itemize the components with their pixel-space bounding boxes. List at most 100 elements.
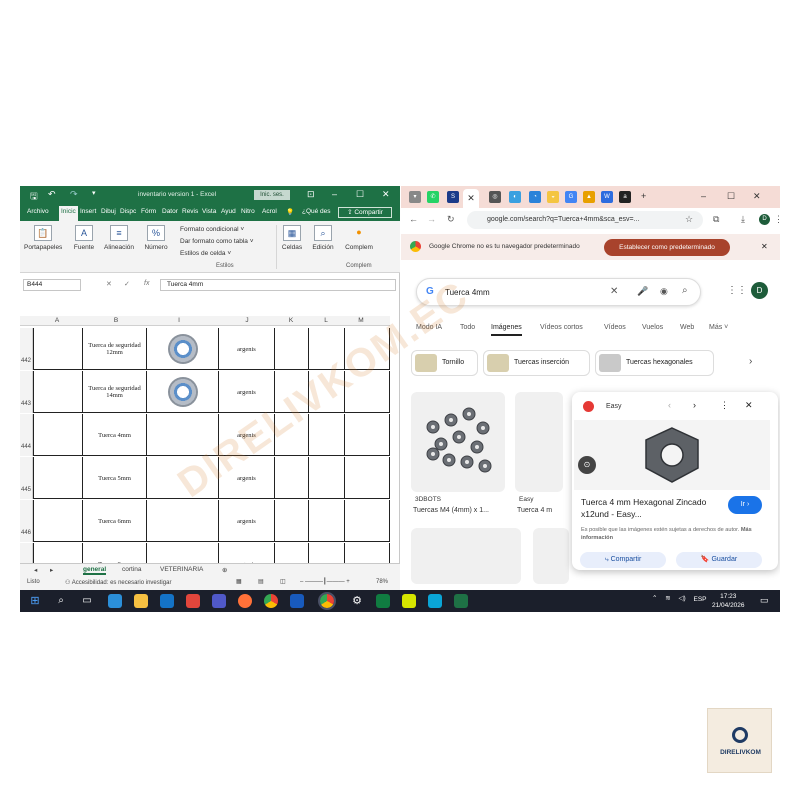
tab-imagenes[interactable]: Imágenes <box>491 324 522 336</box>
tab-icon[interactable]: ◐ <box>509 191 521 203</box>
acrobat-icon[interactable] <box>186 594 200 608</box>
more-options-icon[interactable]: ⋮ <box>720 400 729 411</box>
back-icon[interactable]: ← <box>409 214 418 224</box>
whatsapp-tab-icon[interactable]: ✆ <box>427 191 439 203</box>
tab-inicio[interactable]: Inicic <box>59 206 78 221</box>
lens-search-icon[interactable]: ⊙ <box>578 456 596 474</box>
cell-a[interactable] <box>33 457 82 499</box>
ribbon-options-icon[interactable]: ⊡ <box>307 189 315 200</box>
tab-nitro[interactable]: Nitro <box>241 208 255 215</box>
close-icon[interactable]: ✕ <box>753 191 761 202</box>
name-box[interactable]: B444 <box>23 279 81 291</box>
download-icon[interactable]: ⤓ <box>741 214 745 225</box>
tab-list-icon[interactable]: ▾ <box>409 191 421 203</box>
column-header[interactable]: I <box>168 317 190 324</box>
task-view-icon[interactable]: ▭ <box>80 594 94 608</box>
panel-title[interactable]: Tuerca 4 mm Hexagonal Zincado x12und - E… <box>581 496 731 520</box>
settings-icon[interactable]: ⚙ <box>350 594 364 608</box>
chrome-icon[interactable] <box>264 594 278 608</box>
tell-me-search[interactable]: ¿Qué des <box>302 208 331 215</box>
sheet-tab-general[interactable]: general <box>83 566 107 575</box>
font-button[interactable]: A Fuente <box>70 225 98 251</box>
maximize-icon[interactable]: ☐ <box>356 189 364 200</box>
tab-icon[interactable]: ◎ <box>489 191 501 203</box>
column-header[interactable]: K <box>280 317 302 324</box>
sign-in-button[interactable]: Inic. ses. <box>254 190 290 200</box>
alignment-button[interactable]: ≡ Alineación <box>102 225 136 251</box>
cell-k[interactable] <box>274 500 308 542</box>
cell-k[interactable] <box>274 328 308 370</box>
result-title[interactable]: Tuerca 4 m <box>517 507 552 514</box>
lens-icon[interactable]: ◉ <box>660 286 668 297</box>
tab-web[interactable]: Web <box>680 324 694 331</box>
insert-function-icon[interactable]: fx <box>144 280 149 287</box>
tab-insertar[interactable]: Insert <box>80 208 96 215</box>
qat-more-icon[interactable]: ▾ <box>92 189 96 197</box>
zoom-slider[interactable]: – ———┃——— + <box>300 578 350 585</box>
next-image-icon[interactable]: › <box>693 400 696 410</box>
format-as-table-button[interactable]: Dar formato como tabla ˅ <box>180 236 254 248</box>
cell-image[interactable] <box>146 543 218 563</box>
cell-a[interactable] <box>33 500 82 542</box>
page-break-icon[interactable]: ◫ <box>280 578 286 585</box>
chip-tuercas-insercion[interactable]: Tuercas inserción <box>483 350 590 376</box>
minimize-icon[interactable]: – <box>701 191 706 201</box>
cell-l[interactable] <box>308 457 344 499</box>
extensions-icon[interactable]: ⧉ <box>713 214 719 225</box>
result-image[interactable] <box>411 392 505 492</box>
close-panel-icon[interactable]: ✕ <box>745 400 753 411</box>
zoom-level[interactable]: 78% <box>376 579 388 585</box>
tab-videos[interactable]: Vídeos <box>604 324 626 331</box>
edge-icon[interactable] <box>108 594 122 608</box>
page-layout-icon[interactable]: ▤ <box>258 578 264 585</box>
cell-description[interactable]: Tuerca 8mm <box>82 543 146 563</box>
column-header[interactable]: J <box>236 317 258 324</box>
cell-k[interactable] <box>274 543 308 563</box>
forward-icon[interactable]: → <box>427 214 436 224</box>
google-tab-icon[interactable]: G <box>565 191 577 203</box>
wordpress-tab-icon[interactable]: W <box>601 191 613 203</box>
share-button[interactable]: ⇪ Compartir <box>338 207 392 218</box>
redo-icon[interactable]: ↷ <box>70 189 78 200</box>
apps-grid-icon[interactable]: ⋮⋮ <box>727 285 747 296</box>
panel-image[interactable]: ⊙ <box>574 420 770 490</box>
wifi-icon[interactable]: ≋ <box>665 595 670 602</box>
menu-icon[interactable]: ⋮ <box>774 214 780 225</box>
result-image[interactable] <box>533 528 569 584</box>
cell-a[interactable] <box>33 414 82 456</box>
cell-m[interactable] <box>344 500 390 542</box>
chrome-active-icon[interactable] <box>318 592 336 610</box>
clear-search-icon[interactable]: ✕ <box>610 286 618 297</box>
close-banner-icon[interactable]: ✕ <box>761 242 768 251</box>
column-header[interactable]: B <box>105 317 127 324</box>
result-image[interactable] <box>411 528 521 584</box>
cell-description[interactable]: Tuerca de seguridad 14mm <box>82 371 146 413</box>
sri-tab-icon[interactable]: S <box>447 191 459 203</box>
tab-vuelos[interactable]: Vuelos <box>642 324 663 331</box>
tab-mas[interactable]: Más ˅ <box>709 324 728 331</box>
tab-icon[interactable]: ◔ <box>529 191 541 203</box>
column-header[interactable]: L <box>315 317 337 324</box>
cell-m[interactable] <box>344 457 390 499</box>
cell-m[interactable] <box>344 414 390 456</box>
excel-icon[interactable] <box>376 594 390 608</box>
cell-supplier[interactable]: argenis <box>218 328 274 370</box>
share-button[interactable]: ⤷ Compartir <box>580 552 666 568</box>
tab-revisar[interactable]: Revis <box>182 208 198 215</box>
cell-styles-button[interactable]: Estilos de celda ˅ <box>180 248 254 260</box>
save-button[interactable]: 🔖 Guardar <box>676 552 762 568</box>
sheet-tab-veterinaria[interactable]: VETERINARIA <box>160 566 203 573</box>
cell-l[interactable] <box>308 543 344 563</box>
tab-disposicion[interactable]: Dispc <box>120 208 136 215</box>
save-icon[interactable]: 🖫 <box>30 189 38 205</box>
excel-window-icon[interactable] <box>454 594 468 608</box>
conditional-format-button[interactable]: Formato condicional ˅ <box>180 224 254 236</box>
set-default-button[interactable]: Establecer como predeterminado <box>604 239 730 256</box>
prev-image-icon[interactable]: ‹ <box>668 400 671 410</box>
reload-icon[interactable]: ↻ <box>447 214 455 225</box>
amazon-tab-icon[interactable]: a <box>619 191 631 203</box>
close-icon[interactable]: ✕ <box>382 189 390 200</box>
mail-icon[interactable] <box>160 594 174 608</box>
visit-button[interactable]: Ir › <box>728 496 762 514</box>
row-number[interactable]: 446 <box>20 500 33 542</box>
